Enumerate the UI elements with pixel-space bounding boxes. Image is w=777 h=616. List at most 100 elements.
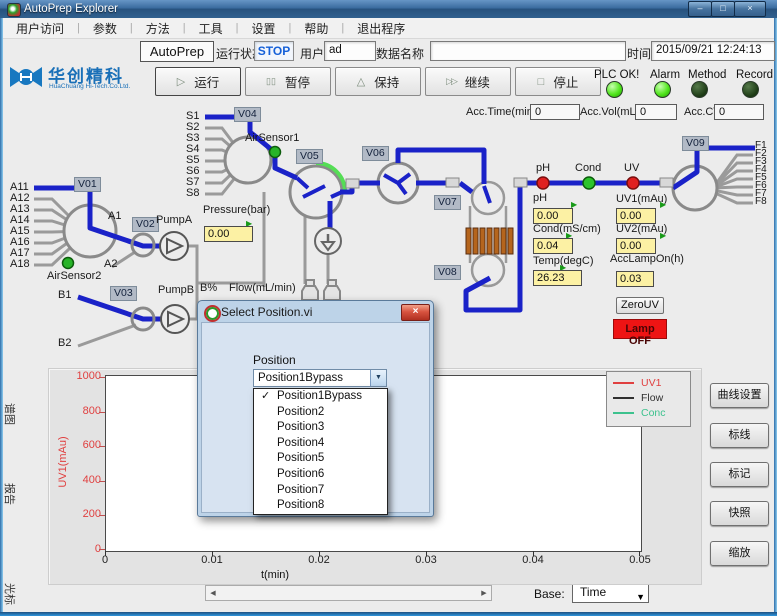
air-sensor1-led xyxy=(270,147,281,158)
zero-uv-button[interactable]: ZeroUV xyxy=(616,297,664,314)
ph-field-label: pH xyxy=(533,193,547,204)
snapshot-button[interactable]: 快照 xyxy=(710,501,769,526)
resume-button[interactable]: ▷▷ 继续 xyxy=(425,67,511,96)
close-button[interactable]: × xyxy=(734,1,766,17)
chart-legend: UV1 Flow Conc xyxy=(606,371,691,427)
temp-value: 26.23 xyxy=(533,270,582,286)
scroll-right-icon[interactable]: ▶ xyxy=(477,589,491,597)
x-tick-label: 0.05 xyxy=(620,554,660,566)
pause-button[interactable]: ▯▯ 暂停 xyxy=(245,67,331,96)
acc-time-label: Acc.Time(min) xyxy=(466,107,536,118)
ph-sensor-label: pH xyxy=(536,163,550,174)
pause-icon: ▯▯ xyxy=(266,76,276,87)
stop-button[interactable]: □ 停止 xyxy=(515,67,601,96)
marker-line-button[interactable]: 标线 xyxy=(710,423,769,448)
base-label: Base: xyxy=(534,587,565,601)
base-select[interactable]: Time ▼ xyxy=(572,583,649,603)
base-select-value: Time xyxy=(580,585,606,599)
port-label: F8 xyxy=(755,198,767,206)
valve-v06[interactable]: V06 xyxy=(362,146,389,161)
option-position4[interactable]: Position4 xyxy=(254,436,387,452)
menu-parameters[interactable]: 参数 xyxy=(80,20,130,37)
pump-b-label: PumpB xyxy=(158,285,194,296)
option-position1bypass[interactable]: ✓ Position1Bypass xyxy=(254,389,387,405)
mark-button[interactable]: 标记 xyxy=(710,462,769,487)
option-position7[interactable]: Position7 xyxy=(254,483,387,499)
method-led xyxy=(691,81,708,98)
uv-sensor-label: UV xyxy=(624,163,639,174)
chevron-down-icon: ▼ xyxy=(636,589,645,606)
y-tick-mark xyxy=(99,481,105,482)
chart-x-axis-title: t(min) xyxy=(255,569,295,581)
y-tick-mark xyxy=(99,446,105,447)
port-b1-label: B1 xyxy=(58,290,71,301)
position-comb0box[interactable]: Position1Bypass ▼ xyxy=(253,369,387,387)
air-sensor2-label: AirSensor2 xyxy=(47,271,101,282)
lamp-off-button[interactable]: Lamp OFF xyxy=(613,319,667,339)
stop-button-label: 停止 xyxy=(553,72,578,91)
ph-value: 0.00 xyxy=(533,208,573,224)
legend-line-sample xyxy=(613,397,634,399)
legend-label: UV1 xyxy=(641,377,661,389)
scroll-left-icon[interactable]: ◀ xyxy=(206,589,220,597)
position-dropdown-list: ✓ Position1Bypass Position2 Position3 Po… xyxy=(253,388,388,515)
acclamp-field-label: AccLampOn(h) xyxy=(610,254,684,265)
left-tab-cursor[interactable]: 光标 xyxy=(2,580,18,608)
uv2-value: 0.00 xyxy=(616,238,656,254)
run-button-label: 运行 xyxy=(194,72,219,91)
menu-bar: 用户访问 | 参数 | 方法 | 工具 | 设置 | 帮助 | 退出程序 xyxy=(3,18,774,39)
option-position5[interactable]: Position5 xyxy=(254,451,387,467)
valve-v03[interactable]: V03 xyxy=(110,286,137,301)
minimize-button[interactable]: – xyxy=(688,1,712,17)
chart-h-scrollbar[interactable]: ◀ ▶ xyxy=(205,585,492,601)
curve-settings-button[interactable]: 曲线设置 xyxy=(710,383,769,408)
record-label: Record xyxy=(736,69,773,81)
indicator-arrow-icon: ▶ xyxy=(660,200,666,209)
chart-y-axis-title: UV1(mAu) xyxy=(57,422,71,502)
valve-v07[interactable]: V07 xyxy=(434,195,461,210)
hold-button[interactable]: △ 保持 xyxy=(335,67,421,96)
dataset-input[interactable] xyxy=(430,41,626,61)
plc-ok-label: PLC OK! xyxy=(594,69,639,81)
dialog-close-button[interactable]: × xyxy=(401,304,430,321)
hold-button-label: 保持 xyxy=(374,72,399,91)
ph-sensor-led xyxy=(537,177,549,189)
option-position2[interactable]: Position2 xyxy=(254,405,387,421)
menu-user-access[interactable]: 用户访问 xyxy=(3,20,77,37)
acc-vol-label: Acc.Vol(mL) xyxy=(580,107,639,118)
maximize-button[interactable]: □ xyxy=(711,1,735,17)
valve-v09[interactable]: V09 xyxy=(682,136,709,151)
user-input[interactable]: ad xyxy=(324,41,376,61)
valve-v08[interactable]: V08 xyxy=(434,265,461,280)
air-sensor1-label: AirSensor1 xyxy=(245,133,299,144)
zoom-button[interactable]: 缩放 xyxy=(710,541,769,566)
alarm-led xyxy=(654,81,671,98)
menu-method[interactable]: 方法 xyxy=(133,20,183,37)
app-name-button[interactable]: AutoPrep xyxy=(140,41,214,62)
option-position6[interactable]: Position6 xyxy=(254,467,387,483)
chevron-down-icon: ▼ xyxy=(370,370,386,386)
plc-ok-led xyxy=(606,81,623,98)
valve-v04[interactable]: V04 xyxy=(234,107,261,122)
y-tick-mark xyxy=(99,377,105,378)
valve-v02[interactable]: V02 xyxy=(132,217,159,232)
left-tab-chart[interactable]: 谱图 xyxy=(2,400,18,428)
resume-button-label: 继续 xyxy=(465,72,490,91)
run-button[interactable]: ▷ 运行 xyxy=(155,67,241,96)
menu-exit[interactable]: 退出程序 xyxy=(344,20,418,37)
option-position3[interactable]: Position3 xyxy=(254,420,387,436)
menu-settings[interactable]: 设置 xyxy=(239,20,289,37)
menu-help[interactable]: 帮助 xyxy=(291,20,341,37)
flow-label: Flow(mL/min) xyxy=(229,283,296,294)
left-tab-report[interactable]: 报告 xyxy=(2,480,18,508)
column-packing xyxy=(466,228,513,254)
stop-icon: □ xyxy=(538,76,545,88)
option-position8[interactable]: Position8 xyxy=(254,498,387,514)
legend-item: Flow xyxy=(613,390,690,405)
option-label: Position4 xyxy=(277,437,324,449)
y-tick-mark xyxy=(99,515,105,516)
user-label: 用户 xyxy=(300,45,324,62)
valve-v01[interactable]: V01 xyxy=(74,177,101,192)
valve-v05[interactable]: V05 xyxy=(296,149,323,164)
menu-tools[interactable]: 工具 xyxy=(186,20,236,37)
